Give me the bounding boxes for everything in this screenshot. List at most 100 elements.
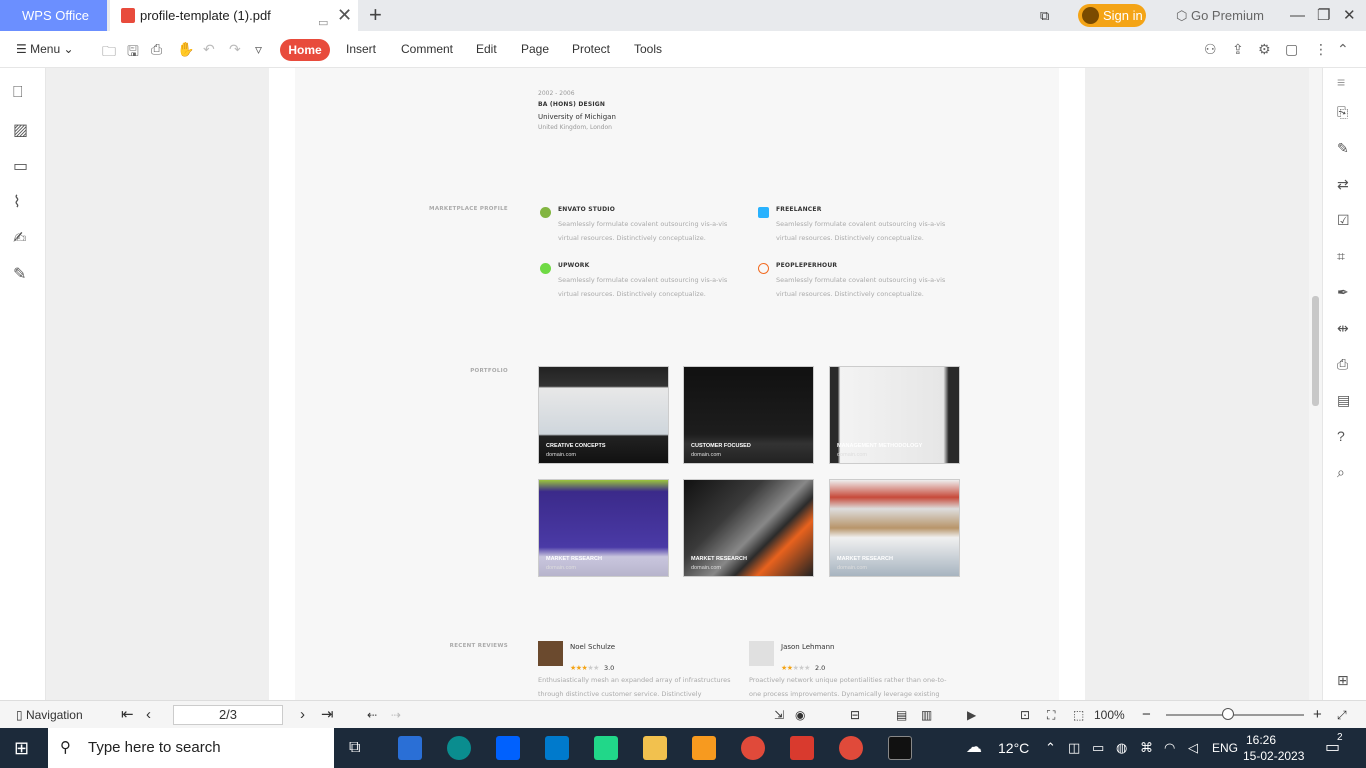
portfolio-item[interactable]: MARKET RESEARCH domain.com bbox=[683, 479, 814, 577]
print-panel-icon[interactable]: ⎙ bbox=[1337, 356, 1348, 373]
minimize-button[interactable]: — bbox=[1290, 0, 1305, 31]
export-icon[interactable]: ⇲ bbox=[774, 701, 784, 729]
pdf-to-word-icon[interactable]: ⎘ bbox=[1337, 104, 1348, 121]
battery-icon[interactable]: ▭ bbox=[1092, 728, 1104, 768]
document-tab[interactable]: profile-template (1).pdf ▭ ✕ bbox=[110, 0, 358, 31]
attachment-icon[interactable]: ⌇ bbox=[13, 192, 21, 212]
tab-protect[interactable]: Protect bbox=[572, 31, 610, 68]
close-tab-icon[interactable]: ✕ bbox=[337, 0, 352, 31]
sublime-icon[interactable] bbox=[692, 736, 716, 760]
tab-page[interactable]: Page bbox=[521, 31, 549, 68]
portfolio-item[interactable]: MARKET RESEARCH domain.com bbox=[538, 479, 669, 577]
chrome-profile-icon[interactable] bbox=[839, 736, 863, 760]
chrome-icon[interactable] bbox=[741, 736, 765, 760]
last-page-icon[interactable]: ⇥ bbox=[321, 701, 334, 729]
share-user-icon[interactable]: ⚇ bbox=[1204, 41, 1217, 58]
document-viewer[interactable]: 2002 - 2006 BA (HONS) DESIGN University … bbox=[46, 68, 1309, 700]
bookmark-icon[interactable]: ⎕ bbox=[13, 84, 23, 102]
zoom-slider[interactable] bbox=[1166, 714, 1304, 716]
clock-date[interactable]: 15-02-2023 bbox=[1243, 748, 1304, 764]
tab-insert[interactable]: Insert bbox=[346, 31, 376, 68]
search-doc-icon[interactable]: ⌕ bbox=[1337, 464, 1345, 481]
windows-start-icon[interactable]: ⊞ bbox=[14, 728, 29, 768]
annotation-icon[interactable]: ▭ bbox=[13, 156, 28, 176]
file-explorer-icon[interactable] bbox=[643, 736, 667, 760]
redo-icon[interactable]: ↷ bbox=[229, 41, 241, 58]
wps-office-tab[interactable]: WPS Office bbox=[0, 0, 107, 31]
new-tab-button[interactable]: + bbox=[369, 2, 382, 28]
portfolio-item[interactable]: MANAGEMENT METHODOLOGY domain.com bbox=[829, 366, 960, 464]
wifi-icon[interactable]: ◠ bbox=[1164, 728, 1175, 768]
first-page-icon[interactable]: ⇤ bbox=[121, 701, 134, 729]
compare-icon[interactable]: ⇹ bbox=[1337, 320, 1349, 337]
ocr-icon[interactable]: ⌗ bbox=[1337, 248, 1345, 265]
portfolio-item[interactable]: MARKET RESEARCH domain.com bbox=[829, 479, 960, 577]
tab-tools[interactable]: Tools bbox=[634, 31, 662, 68]
close-window-button[interactable]: ✕ bbox=[1343, 0, 1356, 31]
open-folder-icon[interactable]: 🗀 bbox=[102, 41, 116, 65]
window-layout-icon[interactable]: ⧉ bbox=[1040, 0, 1049, 31]
compress-icon[interactable]: ▤ bbox=[1337, 392, 1350, 409]
wifi-tray-icon[interactable]: ⌘ bbox=[1140, 728, 1153, 768]
menu-button[interactable]: ☰ Menu ⌄ bbox=[16, 31, 74, 68]
apps-grid-icon[interactable]: ⊞ bbox=[1337, 672, 1349, 689]
tab-edit[interactable]: Edit bbox=[476, 31, 497, 68]
eye-protection-icon[interactable]: ◉ bbox=[795, 701, 805, 729]
weather-temp[interactable]: 12°C bbox=[998, 728, 1029, 768]
antivirus-icon[interactable]: ◍ bbox=[1116, 728, 1127, 768]
print-icon[interactable]: ⎙ bbox=[151, 41, 162, 58]
zoom-in-icon[interactable]: + bbox=[1313, 701, 1322, 729]
share-icon[interactable]: ⇪ bbox=[1232, 41, 1244, 58]
terminal-icon[interactable] bbox=[888, 736, 912, 760]
taskbar-search-input[interactable]: ⚲ Type here to search bbox=[48, 728, 334, 768]
task-view-icon[interactable]: ⧉ bbox=[349, 736, 373, 760]
help-icon[interactable]: ? bbox=[1337, 428, 1345, 444]
edit-pdf-icon[interactable]: ✎ bbox=[1337, 140, 1349, 157]
highlight-icon[interactable]: ✒ bbox=[1337, 284, 1349, 301]
signature-icon[interactable]: ✍ bbox=[13, 228, 26, 248]
portfolio-item[interactable]: CUSTOMER FOCUSED domain.com bbox=[683, 366, 814, 464]
next-page-icon[interactable]: › bbox=[300, 701, 305, 729]
wps-taskbar-icon[interactable] bbox=[790, 736, 814, 760]
save-icon[interactable]: 🖫 bbox=[127, 41, 139, 65]
more-options-icon[interactable]: ⋮ bbox=[1314, 41, 1328, 58]
convert-icon[interactable]: ⇄ bbox=[1337, 176, 1349, 193]
page-number-input[interactable]: 2/3 bbox=[173, 705, 283, 725]
hand-tool-icon[interactable]: ✋ bbox=[177, 41, 194, 58]
back-icon[interactable]: ⇠ bbox=[367, 701, 377, 729]
panel-menu-icon[interactable]: ≡ bbox=[1337, 74, 1345, 90]
pycharm-icon[interactable] bbox=[594, 736, 618, 760]
language-indicator[interactable]: ENG bbox=[1212, 728, 1238, 768]
vertical-scrollbar[interactable] bbox=[1309, 68, 1322, 700]
single-page-icon[interactable]: ⊟ bbox=[850, 701, 860, 729]
more-quick-icon[interactable]: ▿ bbox=[255, 41, 262, 58]
navigation-button[interactable]: ▯ Navigation bbox=[16, 701, 83, 729]
sign-in-button[interactable]: Sign in bbox=[1078, 4, 1146, 27]
fit-width-icon[interactable]: ⬚ bbox=[1073, 701, 1084, 729]
volume-icon[interactable]: ◁ bbox=[1188, 728, 1198, 768]
vscode-icon[interactable] bbox=[545, 736, 569, 760]
tab-home[interactable]: Home bbox=[280, 39, 330, 61]
forward-icon[interactable]: ⇢ bbox=[391, 701, 401, 729]
fill-sign-icon[interactable]: ☑ bbox=[1337, 212, 1350, 229]
thumbnail-icon[interactable]: ▨ bbox=[13, 120, 28, 140]
comment-icon[interactable]: ▢ bbox=[1285, 41, 1298, 58]
edge-icon[interactable] bbox=[447, 736, 471, 760]
tray-chevron-icon[interactable]: ⌃ bbox=[1045, 728, 1056, 768]
portfolio-item[interactable]: CREATIVE CONCEPTS domain.com bbox=[538, 366, 669, 464]
two-page-icon[interactable]: ▥ bbox=[921, 701, 932, 729]
restore-button[interactable]: ❐ bbox=[1317, 0, 1330, 31]
collapse-ribbon-icon[interactable]: ⌃ bbox=[1337, 41, 1349, 58]
prev-page-icon[interactable]: ‹ bbox=[146, 701, 151, 729]
go-premium-button[interactable]: ⬡ Go Premium bbox=[1176, 0, 1264, 31]
tab-comment[interactable]: Comment bbox=[401, 31, 453, 68]
play-icon[interactable]: ▶ bbox=[967, 701, 976, 729]
zoom-out-icon[interactable]: − bbox=[1142, 701, 1151, 729]
scrollbar-thumb[interactable] bbox=[1312, 296, 1319, 406]
app-icon[interactable] bbox=[398, 736, 422, 760]
continuous-view-icon[interactable]: ▤ bbox=[896, 701, 907, 729]
undo-icon[interactable]: ↶ bbox=[203, 41, 215, 58]
zoom-slider-handle[interactable] bbox=[1222, 708, 1235, 720]
actual-size-icon[interactable]: ⊡ bbox=[1020, 701, 1030, 729]
zoom-level[interactable]: 100% bbox=[1094, 701, 1125, 729]
